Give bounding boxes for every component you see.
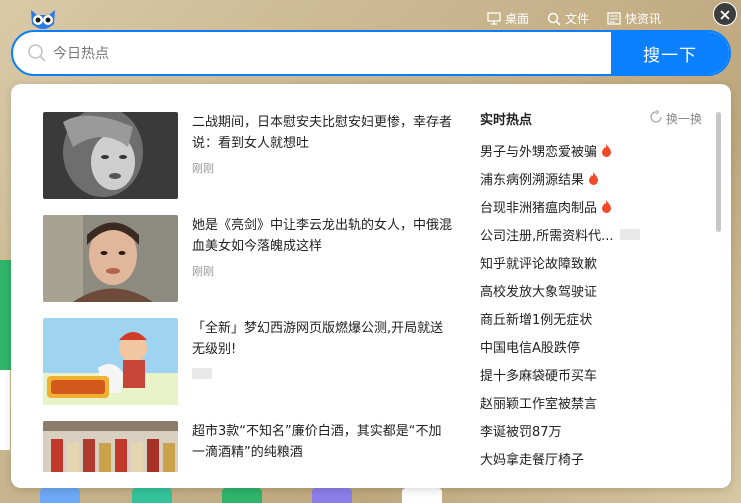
news-item-ad[interactable]: 「全新」梦幻西游网页版燃爆公测,开局就送无级别! — [43, 318, 453, 405]
news-thumbnail — [43, 112, 178, 199]
news-title: 二战期间，日本慰安夫比慰安妇更惨，幸存者说：看到女人就想吐 — [192, 115, 453, 151]
hot-item[interactable]: 赵丽颖工作室被禁言 — [480, 388, 702, 416]
ad-badge — [192, 368, 212, 379]
hot-item[interactable]: 高校发放大象驾驶证 — [480, 276, 702, 304]
hot-item[interactable]: 商丘新增1例无症状 — [480, 304, 702, 332]
hot-item[interactable]: 台现非洲猪瘟肉制品 — [480, 192, 702, 220]
news-item[interactable]: 二战期间，日本慰安夫比慰安妇更惨，幸存者说：看到女人就想吐 刚刚 — [43, 112, 453, 199]
fire-icon — [588, 171, 599, 185]
hot-item-label: 中国电信A股跌停 — [480, 340, 580, 356]
news-time: 刚刚 — [192, 162, 214, 175]
hot-item[interactable]: 李诞被罚87万 — [480, 416, 702, 444]
news-item-ad[interactable]: 超市3款“不知名”廉价白酒，其实都是“不加一滴酒精”的纯粮酒 — [43, 421, 453, 472]
hot-item-ad[interactable]: 公司注册,所需资料代... — [480, 220, 702, 248]
search-button[interactable]: 搜一下 — [611, 32, 729, 74]
file-link-label: 文件 — [564, 12, 589, 26]
hot-item-label: 大妈拿走餐厅椅子 — [480, 452, 585, 468]
hot-item-label: 台现非洲猪瘟肉制品 — [480, 200, 598, 216]
suggestion-dropdown: 二战期间，日本慰安夫比慰安妇更惨，幸存者说：看到女人就想吐 刚刚 她是《亮剑》中… — [11, 84, 731, 488]
news-time: 刚刚 — [192, 265, 214, 278]
news-icon — [607, 12, 621, 25]
background-strip — [0, 370, 10, 450]
desktop-link[interactable]: 桌面 — [487, 10, 529, 27]
fire-icon — [601, 199, 612, 213]
desktop-link-label: 桌面 — [504, 12, 529, 26]
hot-item[interactable]: 提十多麻袋硬币买车 — [480, 360, 702, 388]
news-thumbnail — [43, 215, 178, 302]
hot-item-label: 公司注册,所需资料代... — [480, 228, 614, 244]
owl-logo-icon — [27, 6, 59, 32]
hot-item-label: 高校发放大象驾驶证 — [480, 284, 598, 300]
search-icon — [27, 43, 47, 63]
hot-list-header: 实时热点 换一换 — [480, 106, 702, 130]
top-links: 桌面 文件 快资讯 — [487, 10, 661, 27]
hot-list-panel: 实时热点 换一换 男子与外甥恋爱被骗 浦东病例溯源结果 台现非洲猪瘟肉制品 公司… — [480, 106, 702, 472]
refresh-icon — [649, 109, 663, 127]
hot-item-label: 商丘新增1例无症状 — [480, 312, 593, 328]
search-bar: 搜一下 — [11, 30, 731, 76]
close-icon — [720, 5, 730, 24]
hot-item[interactable]: 浦东病例溯源结果 — [480, 164, 702, 192]
search-input[interactable] — [47, 32, 611, 74]
background-app-icons — [40, 488, 460, 503]
search-icon — [547, 12, 561, 26]
hot-item-label: 浦东病例溯源结果 — [480, 172, 585, 188]
news-thumbnail — [43, 421, 178, 472]
scrollbar-thumb[interactable] — [716, 112, 721, 232]
fire-icon — [601, 143, 612, 157]
news-title: 她是《亮剑》中让李云龙出轨的女人，中俄混血美女如今落魄成这样 — [192, 218, 453, 254]
hot-item-label: 赵丽颖工作室被禁言 — [480, 396, 598, 412]
news-thumbnail — [43, 318, 178, 405]
hot-item-label: 知乎就评论故障致歉 — [480, 256, 598, 272]
news-title: 「全新」梦幻西游网页版燃爆公测,开局就送无级别! — [192, 321, 444, 357]
news-link[interactable]: 快资讯 — [607, 10, 661, 27]
news-list: 二战期间，日本慰安夫比慰安妇更惨，幸存者说：看到女人就想吐 刚刚 她是《亮剑》中… — [43, 112, 453, 472]
refresh-button[interactable]: 换一换 — [649, 109, 702, 127]
close-button[interactable] — [713, 2, 737, 26]
news-item[interactable]: 她是《亮剑》中让李云龙出轨的女人，中俄混血美女如今落魄成这样 刚刚 — [43, 215, 453, 302]
hot-item[interactable]: 知乎就评论故障致歉 — [480, 248, 702, 276]
file-link[interactable]: 文件 — [547, 10, 589, 27]
hot-item[interactable]: 大妈拿走餐厅椅子 — [480, 444, 702, 472]
news-link-label: 快资讯 — [624, 12, 661, 26]
hot-item[interactable]: 男子与外甥恋爱被骗 — [480, 136, 702, 164]
hot-item-label: 提十多麻袋硬币买车 — [480, 368, 598, 384]
news-title: 超市3款“不知名”廉价白酒，其实都是“不加一滴酒精”的纯粮酒 — [192, 424, 442, 460]
hot-item-label: 男子与外甥恋爱被骗 — [480, 144, 598, 160]
refresh-label: 换一换 — [665, 111, 702, 126]
hot-item-label: 李诞被罚87万 — [480, 424, 562, 440]
monitor-icon — [487, 12, 501, 25]
ad-badge — [619, 228, 640, 240]
hot-list-title: 实时热点 — [480, 112, 533, 128]
hot-item[interactable]: 中国电信A股跌停 — [480, 332, 702, 360]
